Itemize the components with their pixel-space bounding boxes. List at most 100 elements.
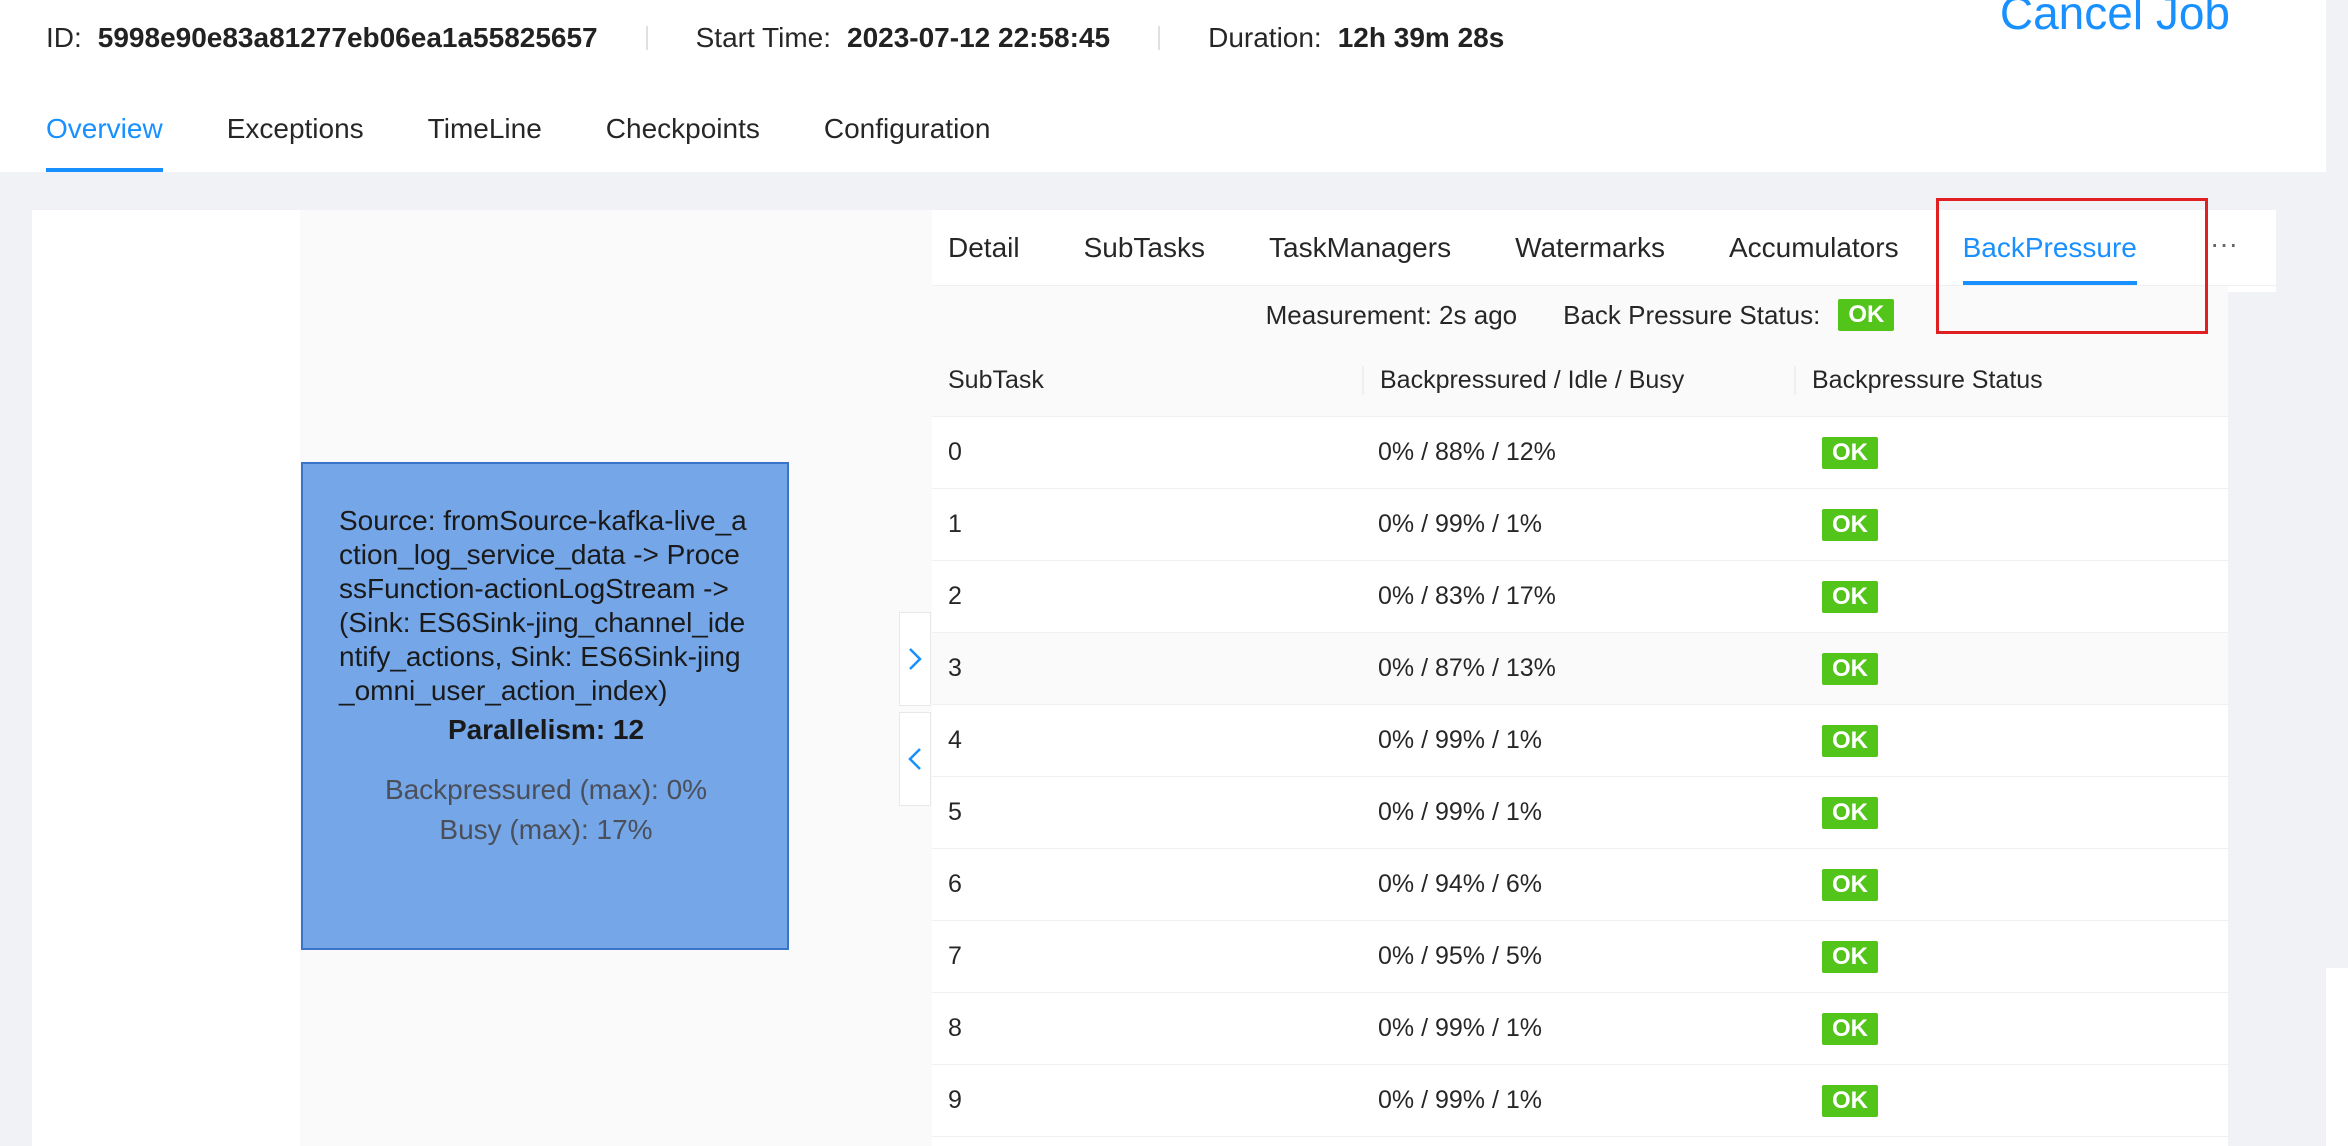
backpressure-summary: Measurement: 2s ago Back Pressure Status… <box>932 286 2228 344</box>
column-header-subtask: SubTask <box>948 365 1044 394</box>
duration-label: Duration: <box>1208 22 1322 53</box>
status-cell: OK <box>1794 436 2228 469</box>
table-row: 7 0% / 95% / 5% OK <box>932 921 2228 993</box>
tab-subtasks[interactable]: SubTasks <box>1084 210 1205 285</box>
collapse-panel-button[interactable] <box>899 712 931 806</box>
status-badge: OK <box>1822 1012 1878 1045</box>
backpressure-ratio: 0% / 99% / 1% <box>1378 510 1542 538</box>
start-time-label: Start Time: <box>695 22 831 53</box>
more-tabs-button[interactable]: ··· <box>2210 210 2238 285</box>
backpressure-table: SubTask Backpressured / Idle / Busy Back… <box>932 344 2228 1137</box>
expand-panel-button[interactable] <box>899 612 931 706</box>
backpressure-ratio: 0% / 99% / 1% <box>1378 1014 1542 1042</box>
subtask-index: 1 <box>948 510 962 538</box>
job-id-value: 5998e90e83a81277eb06ea1a55825657 <box>97 22 598 53</box>
subtask-index: 9 <box>948 1086 962 1114</box>
status-cell: OK <box>1794 508 2228 541</box>
table-header: SubTask Backpressured / Idle / Busy Back… <box>932 344 2228 417</box>
divider <box>645 26 648 50</box>
subtask-index: 5 <box>948 798 962 826</box>
job-graph-panel[interactable]: Source: fromSource-kafka-live_action_log… <box>32 210 932 1146</box>
status-cell: OK <box>1794 940 2228 973</box>
job-info-row: ID: 5998e90e83a81277eb06ea1a55825657 Sta… <box>46 18 1504 58</box>
status-cell: OK <box>1794 796 2228 829</box>
tab-checkpoints[interactable]: Checkpoints <box>606 104 760 172</box>
status-badge: OK <box>1822 940 1878 973</box>
vertex-backpressured: Backpressured (max): 0% <box>384 774 708 805</box>
job-vertex-node[interactable]: Source: fromSource-kafka-live_action_log… <box>301 462 789 950</box>
backpressure-ratio: 0% / 99% / 1% <box>1378 726 1542 754</box>
backpressure-ratio: 0% / 99% / 1% <box>1378 798 1542 826</box>
divider <box>1158 26 1161 50</box>
cancel-job-button[interactable]: Cancel Job <box>2000 0 2230 40</box>
status-cell: OK <box>1794 580 2228 613</box>
tab-configuration[interactable]: Configuration <box>824 104 991 172</box>
page-edge <box>2326 0 2348 968</box>
tab-timeline[interactable]: TimeLine <box>428 104 542 172</box>
status-badge: OK <box>1822 580 1878 613</box>
vertex-parallelism: Parallelism: 12 <box>447 714 645 745</box>
subtask-index: 8 <box>948 1014 962 1042</box>
status-cell: OK <box>1794 1012 2228 1045</box>
backpressure-ratio: 0% / 88% / 12% <box>1378 438 1556 466</box>
vertex-name: Source: fromSource-kafka-live_action_log… <box>339 505 747 706</box>
table-row: 2 0% / 83% / 17% OK <box>932 561 2228 633</box>
job-start-time: Start Time: 2023-07-12 22:58:45 <box>696 22 1110 54</box>
status-cell: OK <box>1794 868 2228 901</box>
tab-exceptions[interactable]: Exceptions <box>227 104 364 172</box>
status-cell: OK <box>1794 724 2228 757</box>
job-tabs: Overview Exceptions TimeLine Checkpoints… <box>46 104 1054 172</box>
backpressure-ratio: 0% / 95% / 5% <box>1378 942 1542 970</box>
tab-backpressure[interactable]: BackPressure <box>1962 210 2138 285</box>
status-label: Back Pressure Status: <box>1563 299 1821 330</box>
job-id: ID: 5998e90e83a81277eb06ea1a55825657 <box>46 22 598 54</box>
graph-canvas <box>32 210 300 1146</box>
subtask-index: 7 <box>948 942 962 970</box>
job-header: ID: 5998e90e83a81277eb06ea1a55825657 Sta… <box>0 0 2326 172</box>
status-badge: OK <box>1822 796 1878 829</box>
status-badge: OK <box>1822 868 1878 901</box>
tab-taskmanagers[interactable]: TaskManagers <box>1269 210 1451 285</box>
table-row: 8 0% / 99% / 1% OK <box>932 993 2228 1065</box>
column-header-ratio: Backpressured / Idle / Busy <box>1362 365 1794 395</box>
tab-accumulators[interactable]: Accumulators <box>1729 210 1899 285</box>
vertex-busy: Busy (max): 17% <box>439 814 653 845</box>
subtask-index: 4 <box>948 726 962 754</box>
detail-tabs: Detail SubTasks TaskManagers Watermarks … <box>932 210 2276 286</box>
tab-watermarks[interactable]: Watermarks <box>1515 210 1665 285</box>
table-row: 5 0% / 99% / 1% OK <box>932 777 2228 849</box>
backpressure-ratio: 0% / 87% / 13% <box>1378 654 1556 682</box>
status-cell: OK <box>1794 652 2228 685</box>
subtask-index: 6 <box>948 870 962 898</box>
tab-detail[interactable]: Detail <box>948 210 1020 285</box>
scroll-area <box>2228 292 2276 1146</box>
status-badge: OK <box>1822 652 1878 685</box>
chevron-left-icon <box>908 748 921 770</box>
backpressure-ratio: 0% / 83% / 17% <box>1378 582 1556 610</box>
column-header-status: Backpressure Status <box>1794 365 2228 395</box>
status-badge: OK <box>1838 299 1895 331</box>
status-badge: OK <box>1822 508 1878 541</box>
subtask-index: 3 <box>948 654 962 682</box>
measurement-text: Measurement: 2s ago <box>1265 299 1518 330</box>
start-time-value: 2023-07-12 22:58:45 <box>847 22 1111 53</box>
vertex-detail-panel: Detail SubTasks TaskManagers Watermarks … <box>932 210 2276 1146</box>
table-body: 0 0% / 88% / 12% OK 1 0% / 99% / 1% OK 2 0% / 8… <box>932 417 2228 1137</box>
table-row: 0 0% / 88% / 12% OK <box>932 417 2228 489</box>
table-row: 6 0% / 94% / 6% OK <box>932 849 2228 921</box>
table-row: 4 0% / 99% / 1% OK <box>932 705 2228 777</box>
job-id-label: ID: <box>46 22 82 53</box>
duration-value: 12h 39m 28s <box>1337 22 1505 53</box>
table-row: 1 0% / 99% / 1% OK <box>932 489 2228 561</box>
status-badge: OK <box>1822 1084 1878 1117</box>
table-row: 3 0% / 87% / 13% OK <box>932 633 2228 705</box>
tab-overview[interactable]: Overview <box>46 104 163 172</box>
subtask-index: 0 <box>948 438 962 466</box>
status-badge: OK <box>1822 436 1878 469</box>
job-duration: Duration: 12h 39m 28s <box>1208 22 1504 54</box>
page-edge <box>2326 968 2348 1146</box>
status-badge: OK <box>1822 724 1878 757</box>
status-cell: OK <box>1794 1084 2228 1117</box>
chevron-right-icon <box>909 648 922 670</box>
table-row: 9 0% / 99% / 1% OK <box>932 1065 2228 1137</box>
